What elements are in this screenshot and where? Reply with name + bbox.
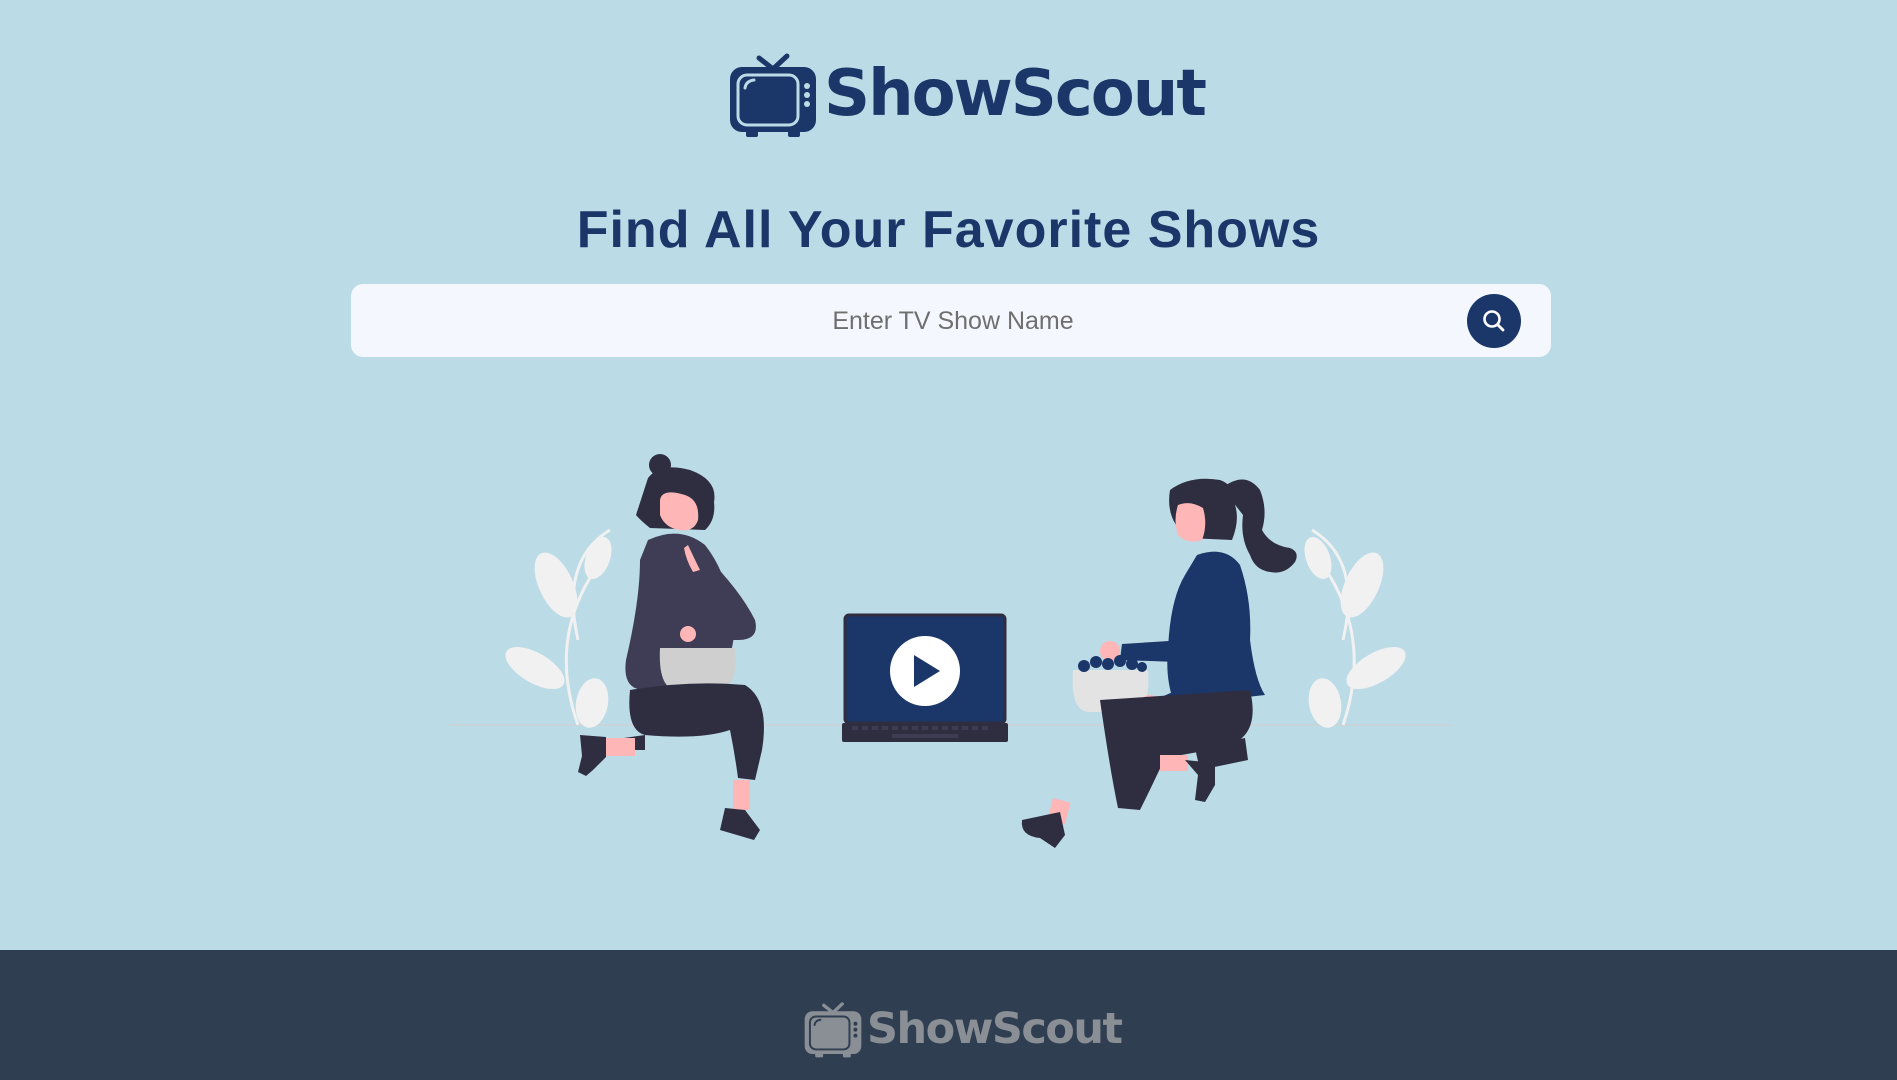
left-plant-decoration <box>505 528 612 728</box>
left-person <box>578 454 764 840</box>
laptop <box>842 613 1008 742</box>
footer: ShowScout <box>0 950 1897 1080</box>
footer-logo-text: ShowScout <box>867 1003 1123 1054</box>
right-plant-decoration <box>1304 528 1406 728</box>
tv-icon <box>730 53 816 137</box>
footer-logo[interactable]: ShowScout <box>803 1000 1123 1058</box>
search-button[interactable] <box>1467 294 1521 348</box>
tv-icon <box>804 1002 862 1058</box>
search-icon <box>1483 310 1505 332</box>
header-logo[interactable]: ShowScout <box>728 50 1207 138</box>
header-logo-text: ShowScout <box>824 57 1207 131</box>
right-person <box>1021 478 1297 848</box>
search-bar <box>351 284 1555 359</box>
page-headline: Find All Your Favorite Shows <box>576 201 1321 259</box>
people-watching-laptop-illustration <box>450 454 1452 848</box>
search-input[interactable] <box>351 284 1555 359</box>
